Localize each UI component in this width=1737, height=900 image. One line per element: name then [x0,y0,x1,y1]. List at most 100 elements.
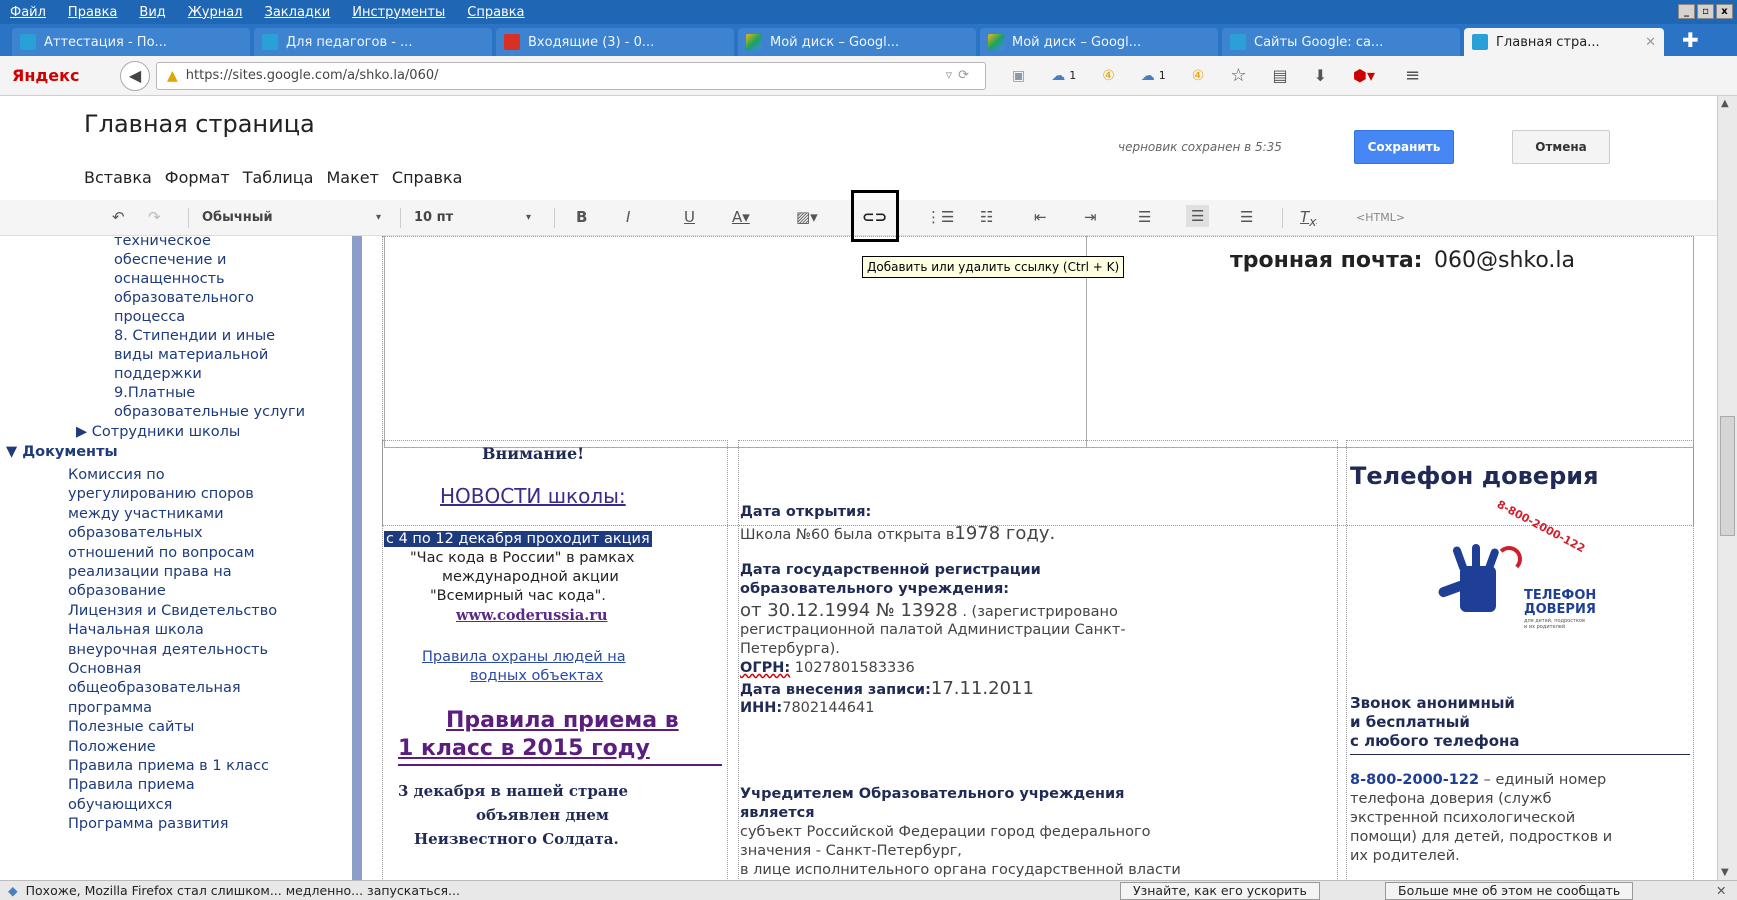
save-button[interactable]: Сохранить [1354,130,1454,164]
menu-view[interactable]: Вид [139,5,165,20]
sidebar-item[interactable]: поддержки [114,365,202,384]
menu-hamburger-icon[interactable]: ≡ [1405,65,1420,86]
menu-tools[interactable]: Инструменты [352,5,445,20]
style-dropdown-icon[interactable]: ▾ [376,212,381,223]
highlight-color-icon[interactable]: ▨▾ [796,208,818,226]
reading-list-icon[interactable]: ▤ [1273,66,1288,85]
url-bar[interactable]: ▲ https://sites.google.com/a/shko.la/060… [156,61,986,90]
menu-format[interactable]: Формат [165,168,230,187]
tab-inbox[interactable]: Входящие (3) - 0... [496,28,734,56]
sidebar-doc-item[interactable]: отношений по вопросам [68,544,255,563]
sidebar-item-documents[interactable]: ▼ Документы [6,444,118,460]
vertical-scrollbar[interactable]: ▲ ▼ [1717,96,1737,880]
water-rules-link[interactable]: водных объектах [470,668,603,684]
scroll-up-icon[interactable]: ▲ [1721,98,1729,109]
numbered-list-icon[interactable]: ⋮☰ [926,208,954,226]
font-size-select[interactable]: 10 пт [414,210,453,225]
align-right-icon[interactable]: ☰ [1240,208,1253,226]
pocket-icon[interactable]: ▣ [1012,68,1025,84]
menu-layout[interactable]: Макет [326,168,378,187]
outdent-icon[interactable]: ⇤ [1034,208,1047,226]
menu-help-editor[interactable]: Справка [392,168,463,187]
email-value[interactable]: 060@shko.la [1434,248,1575,273]
menu-insert[interactable]: Вставка [84,168,152,187]
bookmark-star-icon[interactable]: ☆ [1230,65,1246,86]
close-tab-icon[interactable]: ✕ [1645,35,1656,50]
html-button[interactable]: <HTML> [1356,211,1405,224]
sidebar-doc-item[interactable]: Начальная школа [68,621,204,640]
style-select[interactable]: Обычный [202,210,273,225]
dont-show-button[interactable]: Больше мне об этом не сообщать [1385,882,1634,900]
close-window-button[interactable]: x [1716,4,1733,19]
weather-icon[interactable]: ☁ 1 [1051,68,1076,84]
sidebar-item[interactable]: образовательные услуги [114,403,305,422]
underline-icon[interactable]: U [684,208,695,226]
scroll-down-icon[interactable]: ▼ [1721,867,1729,878]
clear-format-icon[interactable]: Tx [1300,208,1317,229]
sidebar-item[interactable]: 9.Платные [114,384,195,403]
tab-attestation[interactable]: Аттестация - По... [12,28,250,56]
sidebar-item[interactable]: 8. Стипендии и иные [114,327,275,346]
close-notification-icon[interactable]: ✕ [1716,883,1726,898]
news-heading-link[interactable]: НОВОСТИ школы: [440,484,626,508]
tab-drive-1[interactable]: Мой диск – Googl... [738,28,976,56]
sidebar-item-staff[interactable]: ▶ Сотрудники школы [76,424,240,440]
italic-icon[interactable]: I [626,208,630,226]
size-dropdown-icon[interactable]: ▾ [526,212,531,223]
sidebar-item[interactable]: техническое [114,236,211,251]
tab-main-page[interactable]: Главная стра... ✕ [1464,28,1664,56]
scroll-thumb[interactable] [1720,416,1735,536]
new-tab-icon[interactable]: ✚ [1682,28,1699,52]
admission-link[interactable]: Правила приема в [446,708,679,733]
sidebar-doc-item[interactable]: между участниками [68,505,224,524]
redo-icon[interactable]: ↷ [148,208,161,226]
bold-icon[interactable]: B [576,208,587,226]
sidebar-doc-item[interactable]: Правила приема в 1 класс [68,757,269,776]
align-left-icon[interactable]: ☰ [1138,208,1151,226]
menu-help[interactable]: Справка [467,5,524,20]
sidebar-doc-item[interactable]: реализации права на [68,563,232,582]
tab-sites[interactable]: Сайты Google: са... [1222,28,1460,56]
cancel-button[interactable]: Отмена [1512,130,1610,164]
tab-drive-2[interactable]: Мой диск – Googl... [980,28,1218,56]
menu-table[interactable]: Таблица [243,168,314,187]
sidebar-doc-item[interactable]: образование [68,582,166,601]
undo-icon[interactable]: ↶ [112,208,125,226]
sidebar-doc-item[interactable]: обучающихся [68,796,172,815]
cloud-icon[interactable]: ☁ 1 [1141,68,1166,84]
speed-up-button[interactable]: Узнайте, как его ускорить [1120,882,1320,900]
sidebar-doc-item[interactable]: общеобразовательная [68,679,241,698]
restore-button[interactable]: ▫ [1697,4,1714,19]
minimize-button[interactable]: _ [1678,4,1695,19]
menu-history[interactable]: Журнал [188,5,243,20]
sidebar-doc-item[interactable]: Программа развития [68,815,228,834]
bullet-list-icon[interactable]: ☷ [980,208,993,226]
menu-file[interactable]: Файл [10,5,46,20]
sidebar-doc-item[interactable]: Полезные сайты [68,718,194,737]
text-color-icon[interactable]: A▾ [732,208,750,226]
sidebar-doc-item[interactable]: Положение [68,738,156,757]
sidebar-item[interactable]: образовательного [114,289,254,308]
admission-link[interactable]: 1 класс в 2015 году [398,736,650,761]
menu-edit[interactable]: Правка [68,5,117,20]
sidebar-item[interactable]: виды материальной [114,346,268,365]
reload-icon[interactable]: ▿⟳ [946,68,975,83]
coderussia-link[interactable]: www.coderussia.ru [456,607,608,624]
back-button[interactable]: ◀ [120,60,150,91]
sidebar-doc-item[interactable]: Правила приема [68,776,195,795]
sidebar-doc-item[interactable]: Основная [68,660,141,679]
mail-notify-icon[interactable]: ④ [1102,68,1115,84]
sidebar-doc-item[interactable]: образовательных [68,524,203,543]
sidebar-item[interactable]: процесса [114,308,185,327]
sidebar-doc-item[interactable]: внеурочная деятельность [68,641,268,660]
indent-icon[interactable]: ⇥ [1084,208,1097,226]
sidebar-item[interactable]: обеспечение и [114,251,226,270]
sidebar-doc-item[interactable]: урегулированию споров [68,485,254,504]
menu-bookmarks[interactable]: Закладки [265,5,331,20]
sidebar-doc-item[interactable]: Комиссия по [68,466,165,485]
notify-icon[interactable]: ④ [1192,68,1205,84]
adblock-icon[interactable]: ⬢▾ [1353,66,1375,85]
download-icon[interactable]: ⬇ [1314,66,1327,85]
sidebar-item[interactable]: оснащенность [114,270,225,289]
sidebar-doc-item[interactable]: программа [68,699,152,718]
